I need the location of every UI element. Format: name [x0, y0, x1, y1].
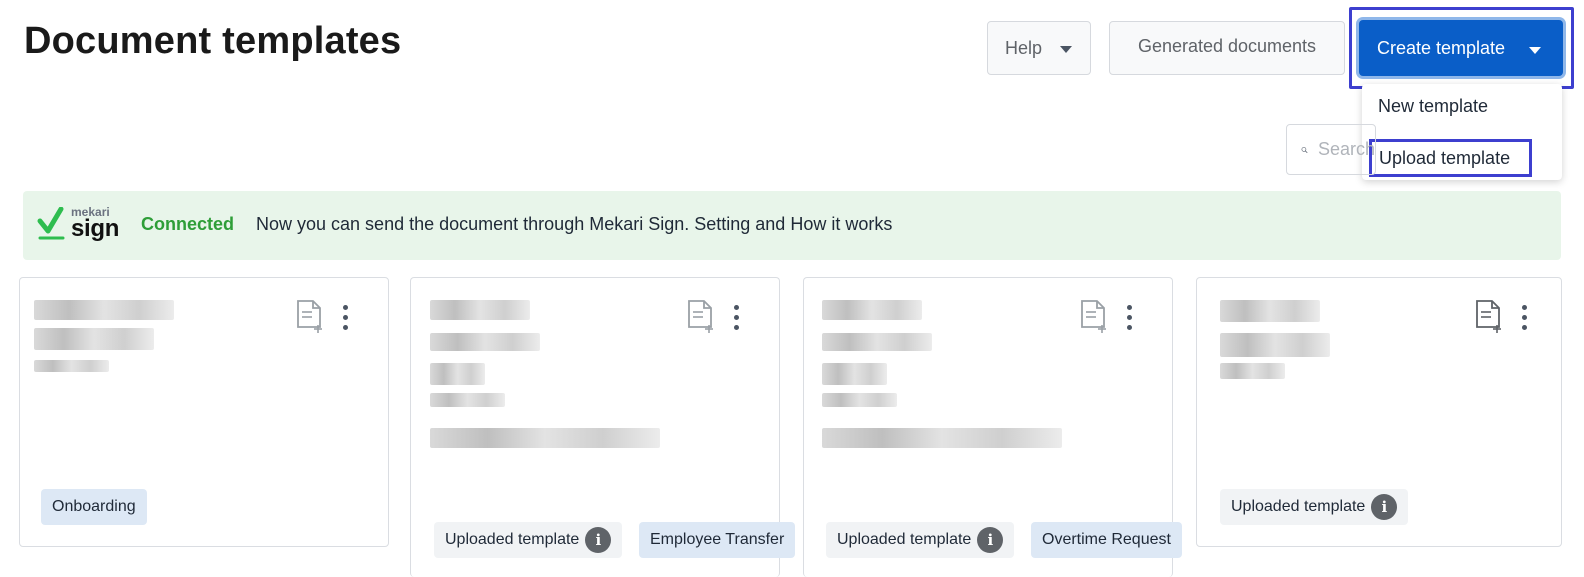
chevron-down-icon [1060, 46, 1073, 53]
document-add-icon[interactable] [1080, 299, 1108, 333]
tag-uploaded: Uploaded template i [434, 522, 623, 558]
tag-category: Onboarding [41, 489, 147, 525]
chevron-down-icon [1529, 46, 1542, 54]
tag-uploaded: Uploaded template i [826, 522, 1015, 558]
tag-label: Employee Transfer [650, 531, 785, 548]
info-icon[interactable]: i [1371, 494, 1398, 520]
mekari-sign-banner: mekari sign Connected Now you can send t… [23, 191, 1561, 260]
page-title: Document templates [24, 20, 402, 62]
tag-label: Overtime Request [1042, 531, 1171, 548]
tag-label: Uploaded template [1231, 498, 1366, 515]
connection-status: Connected [141, 214, 235, 234]
template-card[interactable]: Uploaded template i Overtime Request [803, 277, 1182, 577]
redacted-text [822, 428, 1062, 448]
redacted-text [430, 333, 540, 351]
tag-label: Uploaded template [837, 531, 972, 548]
tag-category: Overtime Request [1031, 522, 1182, 558]
search-icon [1301, 146, 1308, 153]
redacted-text [430, 393, 505, 407]
more-vertical-icon[interactable] [733, 305, 739, 331]
more-vertical-icon[interactable] [342, 305, 348, 331]
help-button-label: Help [1005, 37, 1043, 58]
more-vertical-icon[interactable] [1126, 305, 1132, 331]
tag-label: Uploaded template [445, 531, 580, 548]
search-placeholder: Search [1317, 139, 1375, 159]
tag-label: Onboarding [52, 498, 136, 515]
template-card[interactable]: Onboarding [19, 277, 389, 547]
redacted-text [430, 300, 530, 320]
menu-item-upload-template[interactable]: Upload template [1369, 139, 1532, 177]
redacted-text [34, 300, 174, 320]
help-button[interactable]: Help [987, 21, 1091, 75]
redacted-text [1220, 300, 1320, 322]
checkmark-icon [37, 207, 65, 240]
document-add-icon[interactable] [687, 299, 715, 333]
template-card[interactable]: Uploaded template i [1196, 277, 1562, 547]
generated-documents-label: Generated documents [1137, 36, 1317, 56]
tag-category: Employee Transfer [639, 522, 796, 558]
document-add-icon[interactable] [1475, 299, 1503, 333]
info-icon[interactable]: i [977, 527, 1004, 553]
logo-main-text: sign [71, 215, 120, 242]
redacted-text [430, 363, 485, 385]
redacted-text [822, 393, 897, 407]
upload-template-label: Upload template [1379, 147, 1511, 168]
menu-item-new-template[interactable]: New template [1378, 96, 1488, 117]
create-template-menu: New template Upload template [1362, 84, 1562, 180]
redacted-text [1220, 333, 1330, 357]
create-template-label: Create template [1377, 37, 1506, 58]
banner-message: Now you can send the document through Me… [256, 214, 893, 234]
redacted-text [822, 363, 887, 385]
mekari-sign-logo: mekari sign [37, 205, 127, 245]
redacted-text [822, 300, 922, 320]
redacted-text [34, 360, 109, 372]
redacted-text [822, 333, 932, 351]
redacted-text [1220, 363, 1285, 379]
document-add-icon[interactable] [296, 299, 324, 333]
template-card[interactable]: Uploaded template i Employee Transfer [410, 277, 796, 577]
more-vertical-icon[interactable] [1521, 305, 1527, 331]
info-icon[interactable]: i [585, 527, 612, 553]
create-template-button[interactable]: Create template [1359, 20, 1563, 76]
redacted-text [430, 428, 660, 448]
generated-documents-button[interactable]: Generated documents [1109, 21, 1345, 75]
search-input[interactable]: Search [1286, 124, 1376, 175]
redacted-text [34, 328, 154, 350]
tag-uploaded: Uploaded template i [1220, 489, 1409, 525]
